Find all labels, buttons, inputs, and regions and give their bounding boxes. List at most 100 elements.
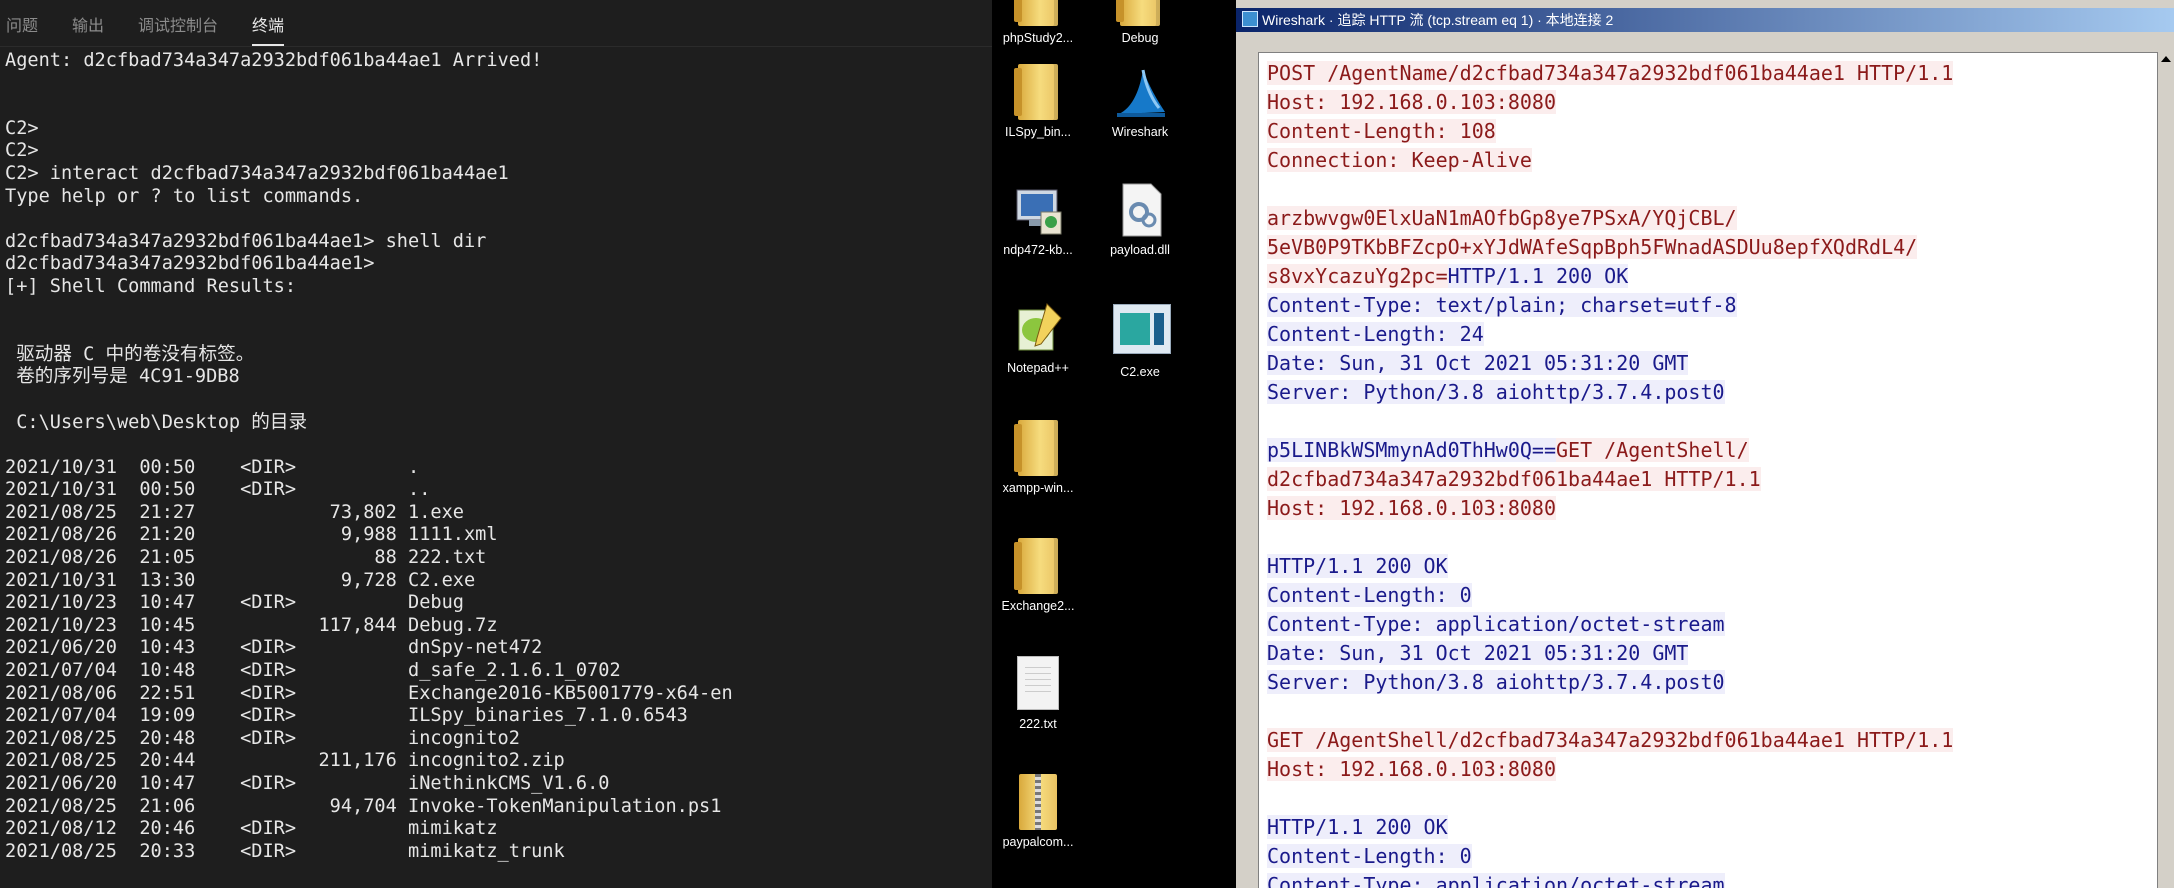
terminal-output[interactable]: Agent: d2cfbad734a347a2932bdf061ba44ae1 …: [5, 50, 992, 888]
stream-line: Host: 192.168.0.103:8080: [1267, 88, 1953, 117]
http-stream-text[interactable]: POST /AgentName/d2cfbad734a347a2932bdf06…: [1267, 59, 1954, 888]
terminal-line: C2> interact d2cfbad734a347a2932bdf061ba…: [5, 162, 509, 184]
terminal-line: [+] Shell Command Results:: [5, 275, 297, 297]
window-title: Wireshark · 追踪 HTTP 流 (tcp.stream eq 1) …: [1262, 12, 1614, 28]
stream-line: [1267, 784, 1953, 813]
terminal-line: 2021/06/20 10:47 <DIR> iNethinkCMS_V1.6.…: [5, 773, 610, 794]
desktop-icon-exchange[interactable]: Exchange2...: [992, 538, 1084, 613]
stream-line: [1267, 175, 1953, 204]
folder-icon: [1014, 64, 1058, 120]
server-response-text: Content-Length: 0: [1267, 583, 1472, 607]
desktop-icon-label: Wireshark: [1111, 125, 1169, 139]
stream-line: Server: Python/3.8 aiohttp/3.7.4.post0: [1267, 668, 1953, 697]
desktop-icon-label: xampp-win...: [1002, 481, 1074, 495]
server-response-text: p5LINBkWSMmynAd0ThHw0Q==: [1267, 438, 1556, 462]
terminal-line: 2021/10/31 00:50 <DIR> ..: [5, 479, 431, 501]
desktop-icon-ndp472[interactable]: ndp472-kb...: [992, 182, 1084, 257]
terminal-line: C2>: [5, 117, 39, 139]
terminal-line: 2021/08/06 22:51 <DIR> Exchange2016-KB50…: [5, 682, 733, 704]
server-response-text: HTTP/1.1 200 OK: [1447, 264, 1629, 288]
desktop-icon-c2-exe[interactable]: C2.exe: [1094, 300, 1186, 379]
stream-line: HTTP/1.1 200 OK: [1267, 813, 1953, 842]
terminal-line: 2021/08/25 20:33 <DIR> mimikatz_trunk: [5, 840, 565, 862]
server-response-text: HTTP/1.1 200 OK: [1267, 554, 1448, 578]
stream-line: Date: Sun, 31 Oct 2021 05:31:20 GMT: [1267, 639, 1953, 668]
terminal-line: 2021/08/25 21:06 94,704 Invoke-TokenMani…: [5, 795, 722, 817]
stream-line: Content-Length: 0: [1267, 842, 1953, 871]
server-response-text: Content-Type: application/octet-stream: [1267, 873, 1725, 888]
desktop-icon-phpstudy[interactable]: phpStudy2...: [992, 0, 1084, 45]
desktop-icon-label: 222.txt: [1019, 717, 1057, 731]
terminal-line: 2021/08/26 21:05 88 222.txt: [5, 547, 487, 569]
desktop-icon-notepadpp[interactable]: Notepad++: [992, 300, 1084, 375]
tab-debug-console[interactable]: 调试控制台: [138, 12, 218, 46]
desktop-icon-ilspy[interactable]: ILSpy_bin...: [992, 64, 1084, 139]
stream-line: Content-Length: 0: [1267, 581, 1953, 610]
tab-output[interactable]: 输出: [72, 12, 104, 46]
vertical-scrollbar[interactable]: [2157, 52, 2174, 888]
panel-tabs: 问题 输出 调试控制台 终端: [0, 0, 992, 47]
terminal-line: 2021/08/26 21:20 9,988 1111.xml: [5, 524, 498, 546]
client-request-text: Host: 192.168.0.103:8080: [1267, 496, 1556, 520]
stream-line: p5LINBkWSMmynAd0ThHw0Q==GET /AgentShell/: [1267, 436, 1953, 465]
exe-icon: [1113, 304, 1171, 354]
terminal-line: 2021/10/31 13:30 9,728 C2.exe: [5, 569, 476, 591]
client-request-text: Content-Length: 108: [1267, 119, 1496, 143]
server-response-text: Server: Python/3.8 aiohttp/3.7.4.post0: [1267, 670, 1725, 694]
desktop-icon-payload-dll[interactable]: payload.dll: [1094, 182, 1186, 257]
terminal-line: 2021/07/04 19:09 <DIR> ILSpy_binaries_7.…: [5, 705, 688, 727]
terminal-line: 2021/08/25 21:27 73,802 1.exe: [5, 501, 464, 523]
desktop-icon-paypalcom[interactable]: paypalcom...: [992, 774, 1084, 849]
server-response-text: Content-Length: 0: [1267, 844, 1472, 868]
terminal-line: 驱动器 C 中的卷没有标签。: [5, 343, 255, 365]
stream-content-pane[interactable]: POST /AgentName/d2cfbad734a347a2932bdf06…: [1258, 52, 2160, 888]
terminal-line: 2021/07/04 10:48 <DIR> d_safe_2.1.6.1_07…: [5, 660, 621, 682]
desktop-icon-label: ndp472-kb...: [1003, 243, 1073, 257]
server-response-text: Content-Type: text/plain; charset=utf-8: [1267, 293, 1737, 317]
terminal-line: d2cfbad734a347a2932bdf061ba44ae1>: [5, 253, 375, 275]
tab-problems[interactable]: 问题: [6, 12, 38, 46]
folder-icon: [1116, 0, 1160, 26]
stream-line: Content-Type: text/plain; charset=utf-8: [1267, 291, 1953, 320]
stream-line: GET /AgentShell/d2cfbad734a347a2932bdf06…: [1267, 726, 1954, 755]
terminal-line: C:\Users\web\Desktop 的目录: [5, 411, 308, 433]
scroll-up-arrow-icon[interactable]: [2161, 56, 2171, 62]
terminal-line: 2021/08/12 20:46 <DIR> mimikatz: [5, 818, 498, 840]
installer-icon: [1016, 189, 1062, 235]
stream-line: s8vxYcazuYg2pc=HTTP/1.1 200 OK: [1267, 262, 1953, 291]
stream-line: POST /AgentName/d2cfbad734a347a2932bdf06…: [1267, 59, 1954, 88]
stream-line: Host: 192.168.0.103:8080: [1267, 494, 1953, 523]
stream-line: Content-Length: 24: [1267, 320, 1953, 349]
client-request-text: POST /AgentName/d2cfbad734a347a2932bdf06…: [1267, 61, 1954, 85]
client-request-text: 5eVB0P9TKbBFZcpO+xYJdWAfeSqpBph5FWnadASD…: [1267, 235, 1918, 259]
desktop-icon-label: Exchange2...: [1001, 599, 1075, 613]
terminal-line: 2021/10/23 10:45 117,844 Debug.7z: [5, 614, 498, 636]
desktop-icon-222-txt[interactable]: 222.txt: [992, 656, 1084, 731]
desktop-icon-label: payload.dll: [1110, 243, 1170, 257]
wireshark-icon: [1242, 11, 1258, 27]
wireshark-window: Wireshark · 追踪 HTTP 流 (tcp.stream eq 1) …: [1236, 0, 2174, 888]
client-request-text: arzbwvgw0ElxUaN1mAOfbGp8ye7PSxA/YQjCBL/: [1267, 206, 1737, 230]
vscode-panel: 问题 输出 调试控制台 终端 Agent: d2cfbad734a347a293…: [0, 0, 992, 888]
tab-terminal[interactable]: 终端: [252, 12, 285, 46]
client-request-text: GET /AgentShell/d2cfbad734a347a2932bdf06…: [1267, 728, 1954, 752]
stream-line: Server: Python/3.8 aiohttp/3.7.4.post0: [1267, 378, 1953, 407]
desktop: phpStudy2... Debug ILSpy_bin... Wireshar…: [992, 0, 1236, 888]
text-file-icon: [1017, 656, 1059, 710]
desktop-icon-xampp[interactable]: xampp-win...: [992, 420, 1084, 495]
desktop-icon-label: Debug: [1121, 31, 1159, 45]
server-response-text: Date: Sun, 31 Oct 2021 05:31:20 GMT: [1267, 351, 1689, 375]
terminal-line: 2021/08/25 20:44 211,176 incognito2.zip: [5, 750, 565, 772]
stream-line: Connection: Keep-Alive: [1267, 146, 1953, 175]
terminal-line: 2021/06/20 10:43 <DIR> dnSpy-net472: [5, 637, 543, 659]
desktop-icon-debug[interactable]: Debug: [1094, 0, 1186, 45]
window-titlebar[interactable]: Wireshark · 追踪 HTTP 流 (tcp.stream eq 1) …: [1236, 8, 2174, 32]
desktop-icon-wireshark[interactable]: Wireshark: [1094, 64, 1186, 139]
desktop-icon-label: paypalcom...: [1002, 835, 1074, 849]
stream-line: 5eVB0P9TKbBFZcpO+xYJdWAfeSqpBph5FWnadASD…: [1267, 233, 1953, 262]
folder-icon: [1014, 0, 1058, 26]
